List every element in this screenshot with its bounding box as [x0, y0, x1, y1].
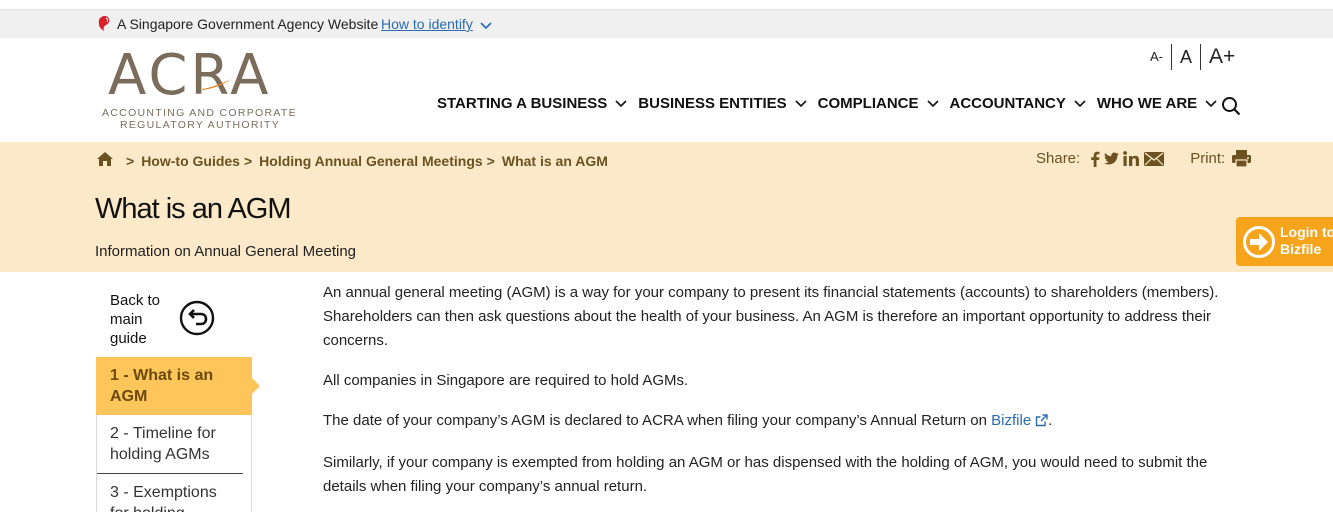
nav-item-label: BUSINESS ENTITIES [638, 95, 787, 112]
chevron-down-icon [1074, 99, 1086, 107]
nav-item-business-entities[interactable]: BUSINESS ENTITIES [638, 95, 807, 112]
nav-item-who-we-are[interactable]: WHO WE ARE [1097, 95, 1217, 112]
logo-wordmark: ACRA [108, 43, 272, 108]
twitter-icon[interactable] [1104, 151, 1119, 166]
acra-logo[interactable]: ACRA Accounting And Corporate Regulatory… [102, 48, 297, 134]
step-list-rest: 2 - Timeline for holding AGMs 3 - Exempt… [96, 415, 252, 512]
step-item-exemptions[interactable]: 3 - Exemptions for holding... [97, 474, 243, 512]
paragraph: Similarly, if your company is exempted f… [323, 454, 1208, 495]
chevron-down-icon [795, 99, 807, 107]
email-icon[interactable] [1144, 151, 1165, 166]
login-to-bizfile-button[interactable]: Login to Bizfile [1236, 217, 1333, 266]
chevron-down-icon [926, 99, 939, 107]
breadcrumb-current: What is an AGM [501, 152, 608, 169]
share-tools: Share: Print: [1036, 150, 1255, 167]
font-size-tools: A- A A+ [1148, 44, 1243, 70]
breadcrumb-holding-agms[interactable]: Holding Annual General Meetings [259, 153, 483, 169]
back-arrow-icon[interactable] [179, 300, 215, 341]
breadcrumb-separator: > [486, 152, 495, 169]
login-tab-line2: Bizfile [1280, 241, 1322, 257]
nav-item-label: STARTING A BUSINESS [437, 95, 608, 112]
search-icon[interactable] [1221, 96, 1241, 121]
page-title: What is an AGM [95, 193, 292, 225]
chevron-down-icon[interactable] [480, 18, 492, 36]
back-to-main-guide-link[interactable]: Back to main guide [110, 291, 180, 348]
paragraph: All companies in Singapore are required … [323, 372, 689, 389]
gov-banner: A Singapore Government Agency Website Ho… [0, 9, 1333, 38]
article-content: An annual general meeting (AGM) is a way… [323, 281, 1253, 512]
gov-banner-text: A Singapore Government Agency Website [117, 16, 379, 32]
font-decrease-button[interactable]: A- [1148, 45, 1171, 69]
external-link-icon[interactable] [1035, 411, 1048, 435]
paragraph: The date of your company’s AGM is declar… [323, 409, 1253, 435]
login-tab-label: Login to Bizfile [1280, 224, 1333, 258]
main-nav: STARTING A BUSINESS BUSINESS ENTITIES CO… [437, 95, 1228, 112]
arrow-right-circle-icon [1242, 225, 1276, 264]
logo-swoosh-icon [202, 78, 232, 96]
how-to-identify-link[interactable]: How to identify [381, 16, 473, 32]
chevron-down-icon [1205, 99, 1217, 107]
share-label: Share: [1036, 150, 1081, 167]
nav-item-label: COMPLIANCE [817, 95, 919, 112]
chevron-down-icon [615, 99, 627, 107]
paragraph: An annual general meeting (AGM) is a way… [323, 284, 1219, 349]
font-increase-button[interactable]: A+ [1201, 45, 1243, 69]
linkedin-icon[interactable] [1123, 151, 1140, 166]
font-reset-button[interactable]: A [1172, 45, 1200, 69]
breadcrumb-separator: > [243, 152, 253, 169]
print-label: Print: [1190, 150, 1226, 167]
step-item-timeline[interactable]: 2 - Timeline for holding AGMs [97, 415, 243, 474]
page-subtitle: Information on Annual General Meeting [95, 243, 356, 260]
nav-item-label: WHO WE ARE [1096, 95, 1198, 112]
bizfile-link[interactable]: Bizfile [991, 412, 1031, 429]
nav-item-starting-a-business[interactable]: STARTING A BUSINESS [437, 95, 627, 112]
step-item-what-is-an-agm[interactable]: 1 - What is an AGM [96, 357, 260, 415]
nav-item-accountancy[interactable]: ACCOUNTANCY [950, 95, 1086, 112]
breadcrumb: > How-to Guides > Holding Annual General… [96, 151, 608, 170]
breadcrumb-how-to-guides[interactable]: How-to Guides [141, 153, 240, 169]
logo-subtitle-line2: Regulatory Authority [120, 119, 281, 131]
breadcrumb-separator: > [126, 152, 135, 169]
lion-head-icon [96, 15, 112, 37]
guide-step-list: 1 - What is an AGM 2 - Timeline for hold… [96, 357, 260, 512]
facebook-icon[interactable] [1090, 151, 1100, 167]
nav-item-label: ACCOUNTANCY [949, 95, 1066, 112]
paragraph-text: . [1048, 412, 1053, 429]
home-icon[interactable] [96, 151, 114, 170]
login-tab-line1: Login to [1280, 224, 1333, 240]
logo-subtitle-line1: Accounting And Corporate [102, 107, 297, 119]
nav-item-compliance[interactable]: COMPLIANCE [818, 95, 939, 112]
printer-icon[interactable] [1232, 150, 1252, 167]
paragraph-text: The date of your company’s AGM is declar… [323, 412, 992, 429]
